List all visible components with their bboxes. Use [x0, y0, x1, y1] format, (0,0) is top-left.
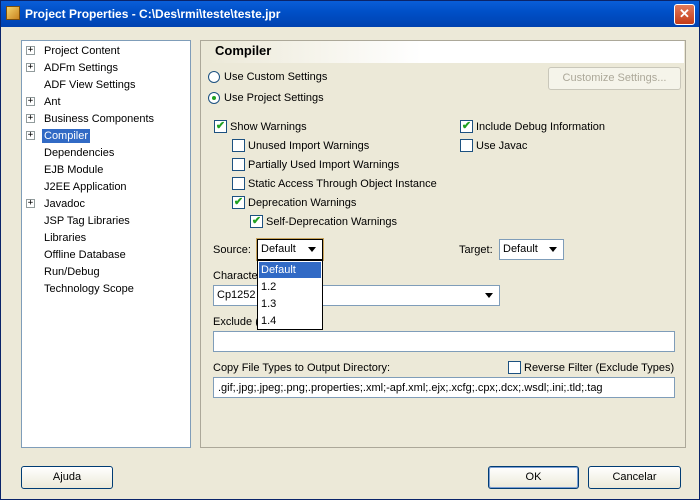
- copy-file-types-input[interactable]: .gif;.jpg;.jpeg;.png;.properties;.xml;-a…: [213, 377, 675, 398]
- ok-button[interactable]: OK: [488, 466, 579, 489]
- unused-import-warnings-label[interactable]: Unused Import Warnings: [248, 140, 369, 152]
- expand-icon[interactable]: +: [26, 63, 35, 72]
- source-option-1-4[interactable]: 1.4: [259, 313, 321, 329]
- tree-item-offline-database[interactable]: Offline Database: [22, 247, 190, 264]
- tree-item-label: Offline Database: [44, 249, 126, 261]
- character-encoding-label: Characte: [213, 270, 258, 282]
- use-custom-settings-label[interactable]: Use Custom Settings: [224, 71, 327, 83]
- reverse-filter-label[interactable]: Reverse Filter (Exclude Types): [524, 362, 674, 374]
- navigation-tree[interactable]: + Project Content + ADFm Settings ADF Vi…: [21, 40, 191, 448]
- use-project-settings-radio[interactable]: [208, 92, 220, 104]
- copy-file-types-value: .gif;.jpg;.jpeg;.png;.properties;.xml;-a…: [218, 382, 603, 394]
- character-encoding-value: Cp1252: [217, 289, 256, 301]
- unused-import-warnings-checkbox[interactable]: [232, 139, 245, 152]
- source-option-1-2[interactable]: 1.2: [259, 279, 321, 295]
- static-access-label[interactable]: Static Access Through Object Instance: [248, 178, 437, 190]
- self-deprecation-checkbox[interactable]: ✔: [250, 215, 263, 228]
- tree-item-label: Dependencies: [44, 147, 115, 159]
- tree-item-business-components[interactable]: + Business Components: [22, 111, 190, 128]
- window-title: Project Properties - C:\Des\rmi\teste\te…: [25, 7, 281, 21]
- title-bar[interactable]: Project Properties - C:\Des\rmi\teste\te…: [1, 1, 699, 27]
- tree-item-adf-view-settings[interactable]: ADF View Settings: [22, 77, 190, 94]
- tree-item-javadoc[interactable]: + Javadoc: [22, 196, 190, 213]
- chevron-down-icon[interactable]: [481, 287, 498, 304]
- tree-item-label: Business Components: [44, 113, 155, 125]
- chevron-down-icon[interactable]: [304, 241, 321, 258]
- target-combo[interactable]: Default: [499, 239, 564, 260]
- tree-item-label: J2EE Application: [44, 181, 127, 193]
- tree-item-compiler[interactable]: + Compiler: [22, 128, 190, 145]
- project-properties-dialog: Project Properties - C:\Des\rmi\teste\te…: [0, 0, 700, 500]
- partially-used-import-checkbox[interactable]: [232, 158, 245, 171]
- source-dropdown-list[interactable]: Default 1.2 1.3 1.4: [257, 260, 323, 330]
- exclude-label: Exclude (: [213, 316, 259, 328]
- target-value: Default: [503, 243, 538, 255]
- close-button[interactable]: ✕: [674, 4, 695, 25]
- application-icon: [6, 6, 20, 20]
- use-javac-checkbox[interactable]: [460, 139, 473, 152]
- source-value: Default: [261, 243, 296, 255]
- page-title: Compiler: [208, 41, 684, 63]
- deprecation-warnings-label[interactable]: Deprecation Warnings: [248, 197, 356, 209]
- source-option-1-3[interactable]: 1.3: [259, 296, 321, 312]
- tree-item-label: ADFm Settings: [44, 62, 118, 74]
- chevron-down-icon[interactable]: [545, 241, 562, 258]
- help-button[interactable]: Ajuda: [21, 466, 113, 489]
- customize-settings-button[interactable]: Customize Settings...: [548, 67, 681, 90]
- reverse-filter-checkbox[interactable]: [508, 361, 521, 374]
- use-javac-label[interactable]: Use Javac: [476, 140, 527, 152]
- tree-item-label: JSP Tag Libraries: [44, 215, 130, 227]
- tree-item-label: Ant: [44, 96, 61, 108]
- tree-item-run-debug[interactable]: Run/Debug: [22, 264, 190, 281]
- tree-item-libraries[interactable]: Libraries: [22, 230, 190, 247]
- cancel-button[interactable]: Cancelar: [588, 466, 681, 489]
- expand-icon[interactable]: +: [26, 114, 35, 123]
- tree-item-label: EJB Module: [44, 164, 104, 176]
- exclude-input[interactable]: [213, 331, 675, 352]
- deprecation-warnings-checkbox[interactable]: ✔: [232, 196, 245, 209]
- use-custom-settings-radio[interactable]: [208, 71, 220, 83]
- source-label: Source:: [213, 244, 251, 256]
- tree-item-project-content[interactable]: + Project Content: [22, 43, 190, 60]
- tree-item-label: Compiler: [42, 129, 91, 143]
- expand-icon[interactable]: +: [26, 46, 35, 55]
- tree-item-label: ADF View Settings: [44, 79, 136, 91]
- tree-item-adfm-settings[interactable]: + ADFm Settings: [22, 60, 190, 77]
- tree-item-label: Libraries: [44, 232, 87, 244]
- tree-item-ejb-module[interactable]: EJB Module: [22, 162, 190, 179]
- use-project-settings-label[interactable]: Use Project Settings: [224, 92, 324, 104]
- expand-icon[interactable]: +: [26, 97, 35, 106]
- tree-item-label: Technology Scope: [44, 283, 134, 295]
- target-label: Target:: [459, 244, 493, 256]
- show-warnings-label[interactable]: Show Warnings: [230, 121, 307, 133]
- tree-item-ant[interactable]: + Ant: [22, 94, 190, 111]
- include-debug-label[interactable]: Include Debug Information: [476, 121, 605, 133]
- expand-icon[interactable]: +: [26, 199, 35, 208]
- tree-item-label: Run/Debug: [44, 266, 100, 278]
- tree-item-technology-scope[interactable]: Technology Scope: [22, 281, 190, 298]
- expand-icon[interactable]: +: [26, 131, 35, 140]
- tree-item-j2ee-application[interactable]: J2EE Application: [22, 179, 190, 196]
- partially-used-import-label[interactable]: Partially Used Import Warnings: [248, 159, 399, 171]
- self-deprecation-label[interactable]: Self-Deprecation Warnings: [266, 216, 397, 228]
- tree-item-dependencies[interactable]: Dependencies: [22, 145, 190, 162]
- include-debug-checkbox[interactable]: ✔: [460, 120, 473, 133]
- source-combo[interactable]: Default: [257, 239, 323, 260]
- tree-item-label: Project Content: [44, 45, 120, 57]
- static-access-checkbox[interactable]: [232, 177, 245, 190]
- source-option-default[interactable]: Default: [259, 262, 321, 278]
- copy-file-types-label: Copy File Types to Output Directory:: [213, 362, 391, 374]
- show-warnings-checkbox[interactable]: ✔: [214, 120, 227, 133]
- tree-item-label: Javadoc: [44, 198, 85, 210]
- tree-item-jsp-tag-libraries[interactable]: JSP Tag Libraries: [22, 213, 190, 230]
